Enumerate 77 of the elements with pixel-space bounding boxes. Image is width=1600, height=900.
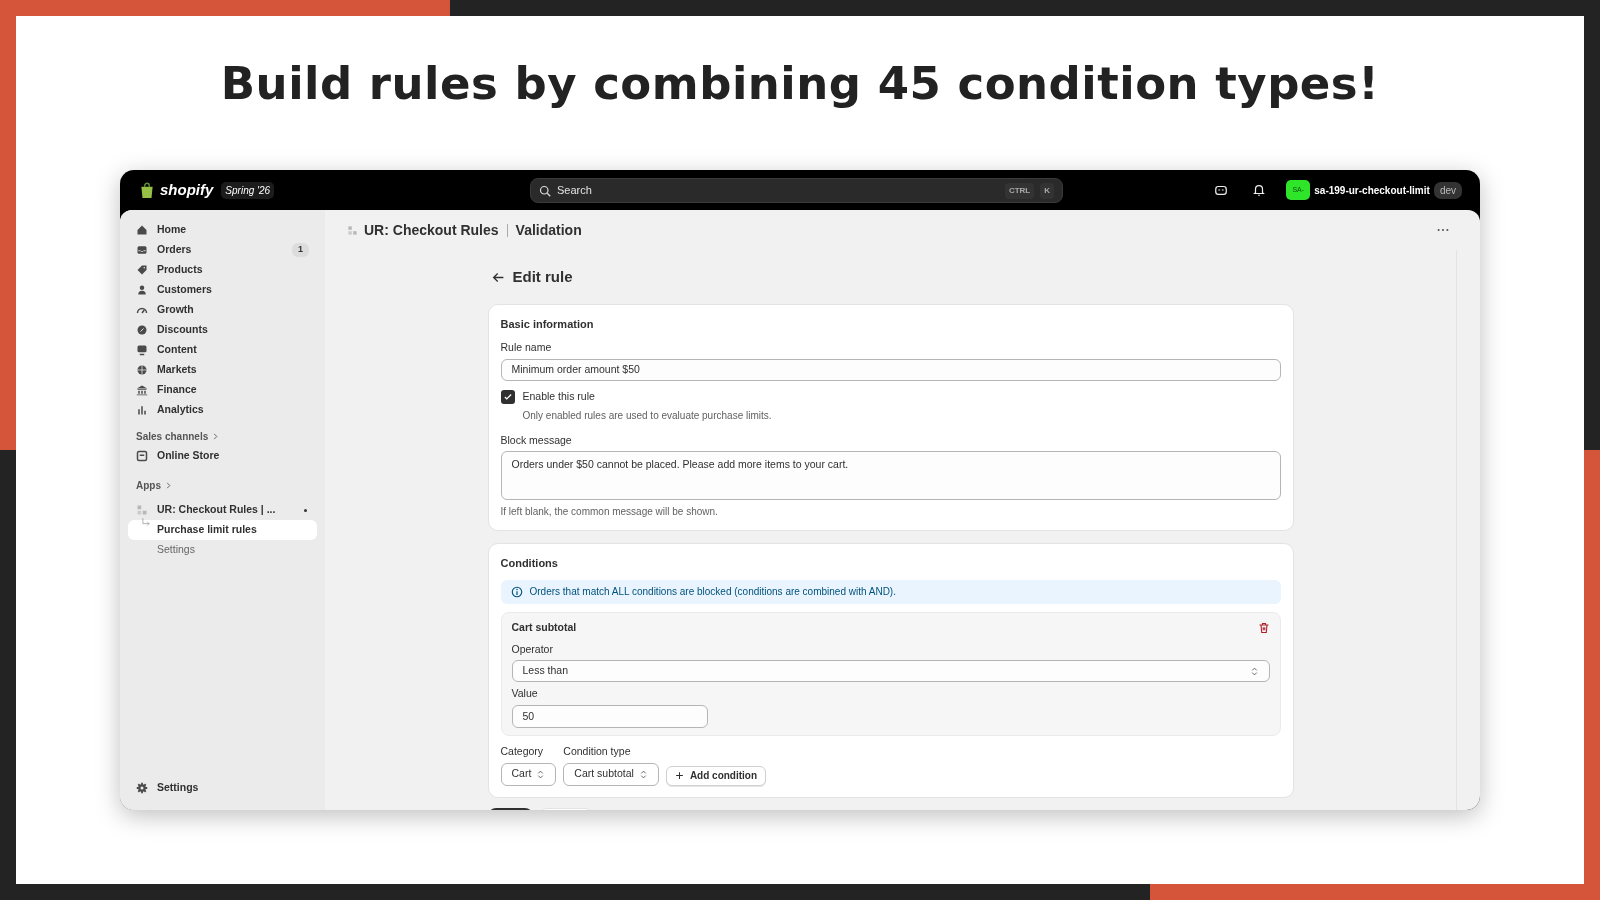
home-icon: [136, 224, 148, 236]
stepper-icon: [1249, 666, 1259, 676]
globe-icon: [136, 364, 148, 376]
plus-icon: [674, 771, 684, 781]
sidebar-item[interactable]: Finance: [128, 380, 317, 400]
checkbox[interactable]: [500, 389, 515, 404]
store-name[interactable]: sa-199-ur-checkout-limit: [1314, 182, 1430, 198]
info-banner: Orders that match ALL conditions are blocked (conditions are combined with AND).: [500, 579, 1281, 604]
sidebar-item[interactable]: Markets: [128, 360, 317, 380]
robot-icon: [1214, 183, 1229, 197]
sidebar-item[interactable]: Online Store: [128, 446, 317, 466]
condition-title: Cart subtotal: [511, 619, 577, 635]
page-title: Validation: [515, 220, 582, 240]
monitor-icon: [136, 344, 148, 356]
sidebar-item[interactable]: Purchase limit rules: [128, 520, 317, 540]
field-label: Value: [511, 686, 539, 702]
chevron-right-icon: [165, 481, 172, 489]
select-field[interactable]: Cart subtotal: [563, 762, 659, 786]
help-text: If left blank, the common message will be shown.: [500, 505, 719, 520]
field-label: Operator: [511, 641, 554, 657]
app-title: UR: Checkout Rules: [364, 220, 499, 240]
person-icon: [136, 284, 148, 296]
bar-chart-icon: [136, 404, 148, 416]
app-icon: [347, 224, 358, 236]
sidebar-item[interactable]: Growth: [128, 300, 317, 320]
search-field[interactable]: Search CTRL K: [530, 178, 1063, 203]
dev-badge: dev: [1433, 181, 1462, 199]
text-area[interactable]: Orders under $50 cannot be placed. Please add more items to your cart.: [500, 451, 1281, 501]
trash-icon: [1257, 621, 1270, 634]
card-title: Basic information: [500, 316, 595, 332]
field-label: Condition type: [563, 744, 632, 759]
checkbox-label: Enable this rule: [522, 388, 595, 404]
bank-icon: [136, 384, 148, 396]
chevron-right-icon: [212, 432, 220, 440]
stepper-icon: [536, 769, 546, 779]
count-badge: 1: [292, 243, 309, 257]
sidebar-item[interactable]: Content: [128, 340, 317, 360]
search-icon: [539, 184, 551, 197]
edition-badge: Spring '26: [221, 181, 275, 199]
sidebar-item[interactable]: Discounts: [128, 320, 317, 340]
inbox-icon: [136, 244, 148, 256]
section-heading[interactable]: Sales channels: [136, 428, 209, 444]
section-heading[interactable]: Apps: [136, 477, 161, 493]
sidebar-item[interactable]: Products: [128, 260, 317, 280]
hint-text: Only enabled rules are used to evaluate purchase limits.: [522, 408, 773, 423]
info-icon: [510, 585, 523, 598]
gear-icon: [136, 782, 148, 794]
sidebar-item[interactable]: Settings: [128, 778, 317, 798]
shopping-bag-icon: [138, 181, 156, 199]
key-hint: CTRL: [1004, 182, 1035, 199]
store-icon: [136, 450, 148, 462]
tag-icon: [136, 264, 148, 276]
select-field[interactable]: Less than: [511, 660, 1270, 683]
sidebar-item[interactable]: Analytics: [128, 400, 317, 420]
sidebar-item[interactable]: Home: [128, 220, 317, 240]
sidebar-item[interactable]: UR: Checkout Rules | ...: [128, 500, 317, 520]
back-arrow-icon: [491, 270, 505, 284]
text-field[interactable]: Minimum order amount $50: [500, 358, 1281, 381]
sidebar-item[interactable]: Orders 1: [128, 240, 317, 260]
logo-text: shopify: [160, 179, 214, 200]
sidebar-item[interactable]: Customers: [128, 280, 317, 300]
select-field[interactable]: Cart: [500, 762, 557, 786]
bell-icon: [1252, 183, 1267, 197]
checkmark-icon: [502, 391, 513, 402]
field-label: Category: [500, 744, 545, 759]
field-label: Rule name: [500, 340, 553, 355]
badge-icon: [136, 324, 148, 336]
slide-title: Build rules by combining 45 condition types!: [220, 56, 1380, 112]
stepper-icon: [638, 769, 648, 779]
key-hint: K: [1040, 182, 1054, 199]
text-field[interactable]: 50: [511, 705, 708, 728]
app-icon: [136, 504, 148, 516]
page-heading: Edit rule: [512, 267, 573, 287]
sidebar-item[interactable]: Settings: [128, 540, 317, 560]
add-condition-button[interactable]: Add condition: [665, 765, 767, 786]
field-label: Block message: [500, 432, 573, 448]
card-title: Conditions: [500, 556, 559, 572]
